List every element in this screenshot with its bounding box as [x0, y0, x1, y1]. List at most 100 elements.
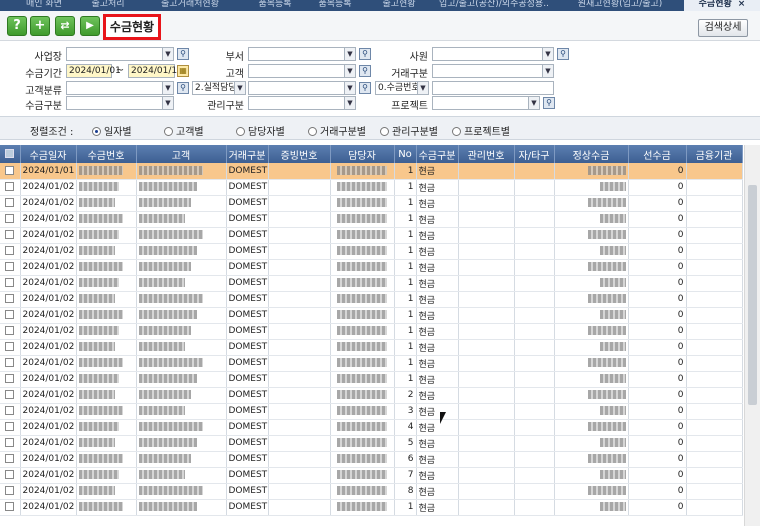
tab-item-reg-1[interactable]: 품목등록	[250, 0, 300, 11]
table-row[interactable]: 2024/01/02 DOMESTIC 2현금 0	[0, 387, 743, 404]
col-header-rep[interactable]: 담당자	[330, 145, 395, 163]
row-checkbox[interactable]	[0, 435, 21, 452]
table-row[interactable]: 2024/01/02 DOMESTIC 1현금 0	[0, 211, 743, 228]
row-checkbox[interactable]	[0, 323, 21, 340]
table-row[interactable]: 2024/01/02 DOMESTIC 1현금 0	[0, 371, 743, 388]
table-row[interactable]: 2024/01/02 DOMESTIC 1현금 0	[0, 291, 743, 308]
sort-by-trade-radio[interactable]: 거래구분별	[308, 123, 366, 138]
row-checkbox[interactable]	[0, 499, 21, 516]
table-row[interactable]: 2024/01/02 DOMESTIC 5현금 0	[0, 435, 743, 452]
search-icon[interactable]: ⚲	[359, 82, 371, 94]
tab-shipment-customer[interactable]: 출고거래처현황	[150, 0, 230, 11]
col-header-collect-no[interactable]: 수금번호	[76, 145, 137, 163]
customer-class-select[interactable]: ▼	[66, 81, 174, 95]
date-from-field[interactable]: 2024/01/01	[66, 64, 121, 78]
col-header-mgmt-no[interactable]: 관리번호	[458, 145, 515, 163]
table-row[interactable]: 2024/01/02 DOMESTIC 1현금 0	[0, 355, 743, 372]
col-header-bank[interactable]: 금융기관	[686, 145, 743, 163]
tab-main[interactable]: 매인 화면	[22, 0, 66, 11]
col-header-collect-type[interactable]: 수금구분	[416, 145, 459, 163]
col-header-evidence[interactable]: 증빙번호	[268, 145, 331, 163]
table-row[interactable]: 2024/01/02 DOMESTIC 4현금 0	[0, 419, 743, 436]
sales-rep-select[interactable]: 2.실적담당 ▼	[192, 81, 246, 95]
row-checkbox[interactable]	[0, 387, 21, 404]
sort-by-date-radio[interactable]: 일자별	[92, 123, 132, 138]
table-row[interactable]: 2024/01/02 DOMESTIC 3현금 0	[0, 403, 743, 420]
run-icon[interactable]: ▶	[80, 16, 100, 36]
table-row[interactable]: 2024/01/02 DOMESTIC 1현금 0	[0, 307, 743, 324]
add-icon[interactable]: +	[30, 16, 50, 36]
sort-by-customer-radio[interactable]: 고객별	[164, 123, 204, 138]
help-icon[interactable]: ?	[7, 16, 27, 36]
search-icon[interactable]: ⚲	[359, 65, 371, 77]
search-detail-button[interactable]: 검색상세	[698, 19, 748, 37]
table-row[interactable]: 2024/01/02 DOMESTIC 1현금 0	[0, 275, 743, 292]
col-header-advance[interactable]: 선수금	[628, 145, 687, 163]
project-select[interactable]: ▼	[432, 96, 540, 110]
search-icon[interactable]: ⚲	[177, 48, 189, 60]
row-checkbox[interactable]	[0, 483, 21, 500]
refresh-icon[interactable]: ⇄	[55, 16, 75, 36]
col-header-customer[interactable]: 고객	[136, 145, 227, 163]
row-checkbox[interactable]	[0, 211, 21, 228]
row-checkbox[interactable]	[0, 243, 21, 260]
row-checkbox[interactable]	[0, 163, 21, 180]
select-all-checkbox[interactable]	[0, 145, 21, 163]
employee-select[interactable]: ▼	[432, 47, 554, 61]
tab-inout[interactable]: 입고/출고(공산)/외주공정용..	[432, 0, 556, 11]
row-checkbox[interactable]	[0, 275, 21, 292]
tab-stock[interactable]: 원재고현황(입고/출고)	[564, 0, 676, 11]
row-checkbox[interactable]	[0, 451, 21, 468]
sort-by-project-radio[interactable]: 프로젝트별	[452, 123, 510, 138]
sort-by-mgmt-radio[interactable]: 관리구분별	[380, 123, 438, 138]
close-icon[interactable]: ×	[738, 0, 746, 9]
table-row[interactable]: 2024/01/02 DOMESTIC 1현금 0	[0, 499, 743, 516]
row-checkbox[interactable]	[0, 403, 21, 420]
table-row[interactable]: 2024/01/02 DOMESTIC 1현금 0	[0, 195, 743, 212]
col-header-trade[interactable]: 거래구분	[226, 145, 269, 163]
row-checkbox[interactable]	[0, 355, 21, 372]
col-header-date[interactable]: 수금일자	[20, 145, 77, 163]
table-row[interactable]: 2024/01/02 DOMESTIC 6현금 0	[0, 451, 743, 468]
collect-no-input[interactable]	[432, 81, 554, 95]
table-row[interactable]: 2024/01/02 DOMESTIC 8현금 0	[0, 483, 743, 500]
scrollbar-thumb[interactable]	[748, 185, 757, 405]
table-row[interactable]: 2024/01/02 DOMESTIC 1현금 0	[0, 259, 743, 276]
collect-type-select[interactable]: ▼	[66, 96, 174, 110]
col-header-no[interactable]: No	[394, 145, 417, 163]
tab-shipment[interactable]: 출고처리	[84, 0, 132, 11]
col-header-self-other[interactable]: 자/타구	[514, 145, 555, 163]
table-row[interactable]: 2024/01/02 DOMESTIC 1현금 0	[0, 179, 743, 196]
collect-no-select[interactable]: 0.수금번호 ▼	[375, 81, 429, 95]
search-icon[interactable]: ⚲	[557, 48, 569, 60]
search-icon[interactable]: ⚲	[543, 97, 555, 109]
customer-select[interactable]: ▼	[248, 64, 356, 78]
table-row[interactable]: 2024/01/02 DOMESTIC 7현금 0	[0, 467, 743, 484]
row-checkbox[interactable]	[0, 307, 21, 324]
business-select[interactable]: ▼	[66, 47, 174, 61]
search-icon[interactable]: ⚲	[177, 82, 189, 94]
col-header-normal[interactable]: 정상수금	[554, 145, 629, 163]
tab-item-reg-2[interactable]: 품목등록	[310, 0, 360, 11]
row-checkbox[interactable]	[0, 227, 21, 244]
table-row[interactable]: 2024/01/01 DOMESTIC 1현금 0	[0, 163, 743, 180]
sales-rep-name-select[interactable]: ▼	[248, 81, 356, 95]
table-row[interactable]: 2024/01/02 DOMESTIC 1현금 0	[0, 227, 743, 244]
dept-select[interactable]: ▼	[248, 47, 356, 61]
row-checkbox[interactable]	[0, 419, 21, 436]
mgmt-type-select[interactable]: ▼	[248, 96, 356, 110]
row-checkbox[interactable]	[0, 291, 21, 308]
row-checkbox[interactable]	[0, 195, 21, 212]
row-checkbox[interactable]	[0, 179, 21, 196]
sort-by-rep-radio[interactable]: 담당자별	[236, 123, 285, 138]
tab-collection-status[interactable]: 수금현황 ×	[684, 0, 760, 11]
vertical-scrollbar[interactable]	[744, 145, 760, 526]
row-checkbox[interactable]	[0, 467, 21, 484]
table-row[interactable]: 2024/01/02 DOMESTIC 1현금 0	[0, 323, 743, 340]
date-to-field[interactable]: 2024/01/11	[128, 64, 183, 78]
calendar-icon[interactable]: ▦	[177, 65, 189, 77]
tab-shipment-status[interactable]: 출고현황	[374, 0, 424, 11]
table-row[interactable]: 2024/01/02 DOMESTIC 1현금 0	[0, 339, 743, 356]
search-icon[interactable]: ⚲	[359, 48, 371, 60]
row-checkbox[interactable]	[0, 371, 21, 388]
